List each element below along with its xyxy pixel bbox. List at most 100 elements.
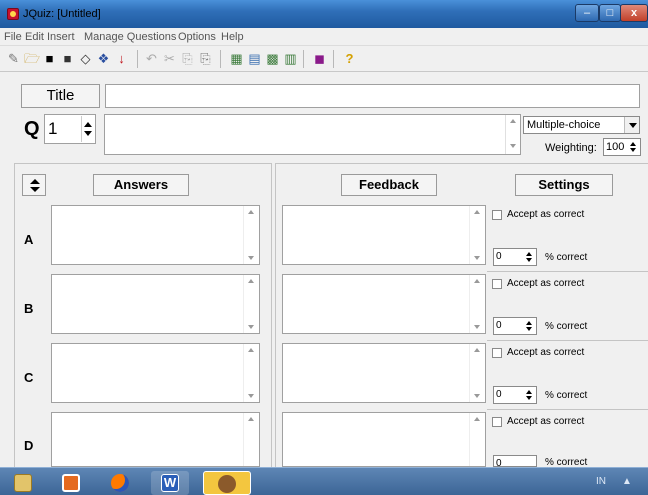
toolbar: ✎ 🗁 ■ ■ ◇ ❖ ↓ ↶ ✂ ⎘ ⎘ ▦ ▤ ▩ ▥ ◼ ? (0, 46, 648, 72)
menu-manage-questions[interactable]: Manage Questions (84, 31, 176, 43)
accept-correct-checkbox-b[interactable] (492, 279, 502, 289)
menu-file[interactable]: File (4, 31, 22, 43)
feedback-b-input[interactable] (282, 274, 486, 334)
taskbar-jquiz[interactable] (203, 471, 251, 495)
question-number-spinner[interactable] (81, 116, 93, 142)
scroll-up-icon[interactable] (248, 348, 254, 352)
scroll-down-icon[interactable] (474, 394, 480, 398)
copy-icon[interactable]: ⎘ (180, 51, 195, 66)
feedback-a-input[interactable] (282, 205, 486, 265)
maximize-button[interactable]: □ (599, 4, 621, 22)
answer-a-input[interactable] (51, 205, 260, 265)
add-picture-icon[interactable]: ▦ (229, 51, 244, 66)
answer-scrollbar[interactable] (243, 275, 259, 333)
question-number-value: 1 (48, 119, 58, 138)
feedback-scrollbar[interactable] (469, 206, 485, 264)
scroll-down-icon[interactable] (248, 325, 254, 329)
chevron-down-icon[interactable] (624, 117, 639, 133)
new-icon[interactable]: ✎ (6, 51, 21, 66)
answer-scrollbar[interactable] (243, 413, 259, 466)
open-icon[interactable]: 🗁 (24, 51, 40, 66)
save-icon[interactable]: ■ (42, 51, 57, 66)
scroll-down-icon[interactable] (474, 325, 480, 329)
scroll-up-icon[interactable] (474, 348, 480, 352)
jquiz-app-icon[interactable] (7, 8, 19, 20)
title-button[interactable]: Title (21, 84, 100, 108)
clear-icon[interactable]: ◇ (78, 51, 93, 66)
scroll-up-icon[interactable] (248, 417, 254, 421)
answers-header-button[interactable]: Answers (93, 174, 189, 196)
web-icon[interactable]: ❖ (96, 51, 111, 66)
percent-correct-field-d[interactable]: 0 (493, 455, 537, 467)
row-divider (487, 409, 648, 410)
weighting-field[interactable]: 100 (603, 138, 641, 156)
feedback-scrollbar[interactable] (469, 344, 485, 402)
menu-help[interactable]: Help (221, 31, 244, 43)
percent-correct-field-c[interactable]: 0 (493, 386, 537, 404)
feedback-header-button[interactable]: Feedback (341, 174, 437, 196)
percent-spinner-b[interactable] (525, 319, 535, 333)
export-icon[interactable]: ◼ (312, 51, 327, 66)
scroll-down-icon[interactable] (248, 394, 254, 398)
taskbar-firefox[interactable] (101, 471, 139, 495)
scroll-up-icon[interactable] (248, 279, 254, 283)
menu-options[interactable]: Options (178, 31, 216, 43)
answer-scrollbar[interactable] (243, 344, 259, 402)
answer-letter-d: D (24, 438, 34, 453)
answer-scrollbar[interactable] (243, 206, 259, 264)
minimize-button[interactable]: – (575, 4, 599, 22)
answer-b-input[interactable] (51, 274, 260, 334)
scroll-up-icon[interactable] (248, 210, 254, 214)
feedback-scrollbar[interactable] (469, 413, 485, 466)
config-icon[interactable]: ▥ (283, 51, 298, 66)
accept-correct-checkbox-d[interactable] (492, 417, 502, 427)
percent-correct-field-b[interactable]: 0 (493, 317, 537, 335)
media-icon[interactable]: ▩ (265, 51, 280, 66)
taskbar-word[interactable]: W (151, 471, 189, 495)
accept-correct-label-c: Accept as correct (507, 347, 585, 358)
tray-chevron-up-icon[interactable]: ▲ (622, 476, 632, 487)
menu-edit[interactable]: Edit (25, 31, 44, 43)
paste-icon[interactable]: ⎘ (198, 51, 213, 66)
accept-correct-label-a: Accept as correct (507, 209, 585, 220)
percent-correct-field-a[interactable]: 0 (493, 248, 537, 266)
settings-header-button[interactable]: Settings (515, 174, 613, 196)
scroll-up-icon[interactable] (474, 417, 480, 421)
weighting-spinner[interactable] (629, 140, 639, 154)
help-icon[interactable]: ? (342, 51, 357, 66)
scroll-up-icon[interactable] (510, 119, 516, 123)
percent-spinner-c[interactable] (525, 388, 535, 402)
accept-correct-checkbox-a[interactable] (492, 210, 502, 220)
save-as-icon[interactable]: ■ (60, 51, 75, 66)
accept-correct-label-b: Accept as correct (507, 278, 585, 289)
down-arrow-icon[interactable]: ↓ (114, 51, 129, 66)
close-button[interactable]: x (620, 4, 648, 22)
feedback-scrollbar[interactable] (469, 275, 485, 333)
scroll-down-icon[interactable] (248, 256, 254, 260)
answer-d-input[interactable] (51, 412, 260, 467)
accept-correct-checkbox-c[interactable] (492, 348, 502, 358)
scroll-up-icon[interactable] (474, 210, 480, 214)
title-input[interactable] (105, 84, 640, 108)
firefox-icon (111, 474, 129, 492)
percent-spinner-a[interactable] (525, 250, 535, 264)
question-text-scrollbar[interactable] (505, 115, 520, 154)
cut-icon[interactable]: ✂ (162, 51, 177, 66)
feedback-d-input[interactable] (282, 412, 486, 467)
question-text-input[interactable] (104, 114, 521, 155)
tray-language[interactable]: IN (596, 476, 606, 487)
answer-letter-a: A (24, 232, 34, 247)
insert-link-icon[interactable]: ▤ (247, 51, 262, 66)
sort-answers-button[interactable] (22, 174, 46, 196)
menu-insert[interactable]: Insert (47, 31, 75, 43)
question-type-select[interactable]: Multiple-choice (523, 116, 640, 134)
scroll-down-icon[interactable] (474, 256, 480, 260)
taskbar-file-explorer[interactable] (4, 471, 42, 495)
answer-c-input[interactable] (51, 343, 260, 403)
undo-icon[interactable]: ↶ (144, 51, 159, 66)
scroll-down-icon[interactable] (510, 144, 516, 148)
taskbar-media-player[interactable] (52, 471, 90, 495)
accept-correct-label-d: Accept as correct (507, 416, 585, 427)
scroll-up-icon[interactable] (474, 279, 480, 283)
feedback-c-input[interactable] (282, 343, 486, 403)
